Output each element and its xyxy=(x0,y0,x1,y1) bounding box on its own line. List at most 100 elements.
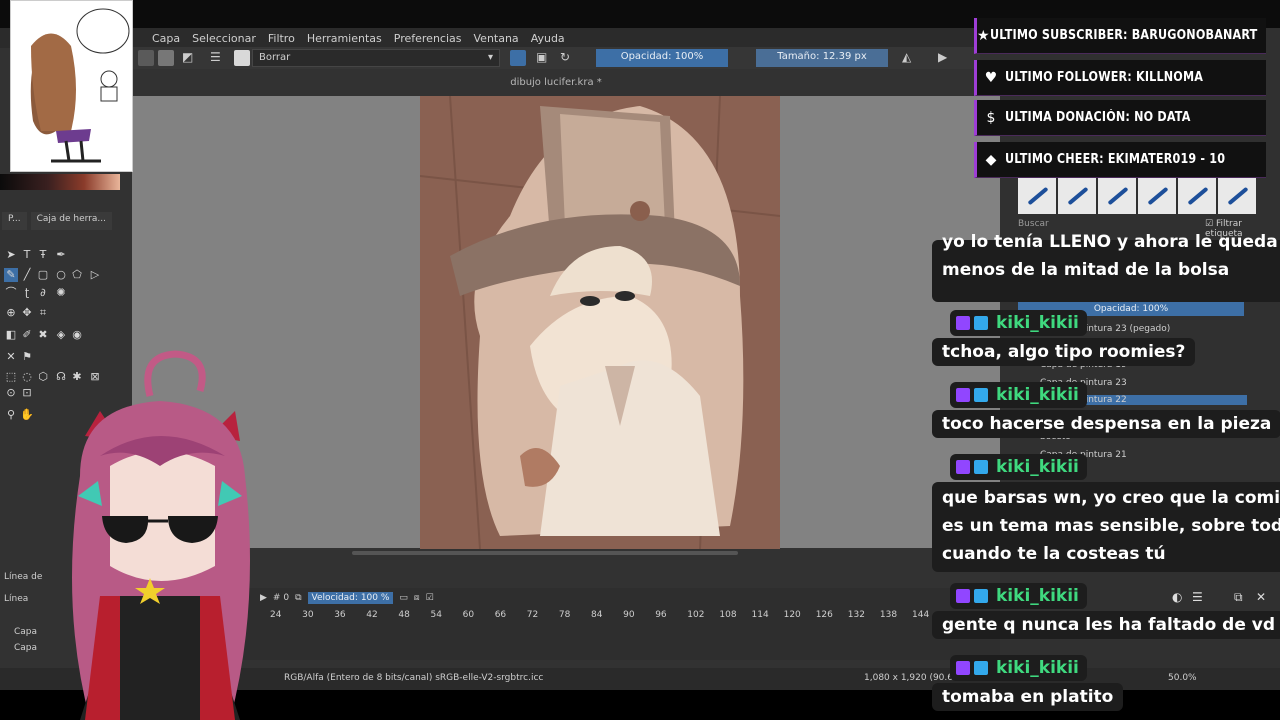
ruler-tick-label: 30 xyxy=(302,610,314,620)
prime-badge-icon xyxy=(974,316,988,330)
reload-preset-icon[interactable]: ↻ xyxy=(560,50,570,64)
chat-username: kiki_kikii xyxy=(950,382,1087,408)
edit-shapes-icon[interactable]: Ŧ xyxy=(36,248,50,262)
tab-toolbox[interactable]: Caja de herra... xyxy=(30,212,112,230)
magnetic-select-icon[interactable]: ⊡ xyxy=(20,386,34,400)
menu-filtro[interactable]: Filtro xyxy=(268,32,295,45)
reference-tool-icon[interactable]: ⚑ xyxy=(20,350,34,364)
calligraphy-icon[interactable]: ✒ xyxy=(54,248,68,262)
ruler-tick-label: 144 xyxy=(912,610,930,620)
fill-tool-icon[interactable]: ◈ xyxy=(54,328,68,342)
enclose-fill-icon[interactable]: ◉ xyxy=(70,328,84,342)
freehand-brush-icon[interactable]: ✎ xyxy=(4,268,18,282)
timeline-ruler[interactable]: 24 30 36 42 48 54 60 66 72 78 84 90 96 102 108 114 120 12… xyxy=(270,610,950,624)
brush-preset-icon[interactable] xyxy=(234,50,250,66)
ruler-tick-label: 138 xyxy=(879,610,898,620)
brush-preset-1[interactable] xyxy=(1018,178,1056,214)
text-tool-icon[interactable]: T xyxy=(20,248,34,262)
eraser-mode-icon[interactable] xyxy=(510,50,526,66)
frame-icon[interactable]: ⧈ xyxy=(414,593,420,603)
polygon-tool-icon[interactable]: ⬠ xyxy=(70,268,84,282)
menu-herramientas[interactable]: Herramientas xyxy=(307,32,382,45)
smart-patch-icon[interactable]: ✖ xyxy=(36,328,50,342)
mirror-vertical-icon[interactable]: ▶ xyxy=(938,50,947,64)
ruler-tick-label: 66 xyxy=(494,610,507,620)
canvas-horizontal-scrollbar[interactable] xyxy=(352,551,738,555)
chat-line: cuando te la costeas tú xyxy=(942,544,1166,564)
alert-subscriber: ★ ULTIMO SUBSCRIBER: BARUGONOBANART xyxy=(974,18,1266,54)
ruler-tick-label: 90 xyxy=(623,610,635,620)
ruler-tick-label: 36 xyxy=(334,610,346,620)
ellipse-tool-icon[interactable]: ○ xyxy=(54,268,68,282)
streamer-doodle xyxy=(10,0,133,172)
brush-preset-3[interactable] xyxy=(1098,178,1136,214)
preserve-alpha-icon[interactable]: ▣ xyxy=(536,50,547,64)
ruler-tick-label: 126 xyxy=(815,610,833,620)
menu-capa[interactable]: Capa xyxy=(152,32,180,45)
select-shapes-icon[interactable]: ➤ xyxy=(4,248,18,262)
twitch-badge-icon xyxy=(956,460,970,474)
ruler-tick-label: 108 xyxy=(719,610,737,620)
chat-message: que barsas wn, yo creo que la comida es … xyxy=(932,482,1280,572)
layer-label-2: Capa xyxy=(14,643,38,653)
gradient-preset-icon[interactable] xyxy=(138,50,154,66)
loop-icon[interactable]: ⧉ xyxy=(295,593,301,603)
menu-preferencias[interactable]: Preferencias xyxy=(394,32,462,45)
draw-frame-icon[interactable]: ☑ xyxy=(426,593,434,603)
bezier-select-icon[interactable]: ⊙ xyxy=(4,386,18,400)
gradient-tool-icon[interactable]: ◧ xyxy=(4,328,18,342)
color-swatches[interactable] xyxy=(0,174,120,190)
prime-badge-icon xyxy=(974,388,988,402)
onion-skin-icon[interactable]: ▭ xyxy=(399,593,408,603)
brush-name-field[interactable]: Borrar ▾ xyxy=(252,49,500,67)
crop-tool-icon[interactable]: ⌗ xyxy=(36,306,50,320)
ruler-tick-label: 72 xyxy=(526,610,539,620)
speed-slider[interactable]: Velocidad: 100 % xyxy=(307,592,394,604)
brush-preset-6[interactable] xyxy=(1218,178,1256,214)
color-picker-icon[interactable]: ✐ xyxy=(20,328,34,342)
canvas-artwork[interactable] xyxy=(420,96,780,549)
assistant-tool-icon[interactable]: ✕ xyxy=(4,350,18,364)
line-tool-icon[interactable]: ╱ xyxy=(20,268,34,282)
stream-alerts: ★ ULTIMO SUBSCRIBER: BARUGONOBANART ♥ UL… xyxy=(974,18,1266,178)
alert-text: ULTIMO CHEER: EKIMATER019 - 10 xyxy=(1005,152,1226,167)
menu-ventana[interactable]: Ventana xyxy=(474,32,519,45)
chat-message: gente q nunca les ha faltado de vd xyxy=(932,611,1280,639)
ruler-tick-label: 114 xyxy=(751,610,769,620)
timeline-label-2: Línea xyxy=(4,594,29,604)
freehand-path-icon[interactable]: ʈ xyxy=(20,286,34,300)
tab-short[interactable]: P... xyxy=(2,212,27,230)
brush-preset-2[interactable] xyxy=(1058,178,1096,214)
pattern-preset-icon[interactable] xyxy=(158,50,174,66)
move-tool-icon[interactable]: ✥ xyxy=(20,306,34,320)
polyline-tool-icon[interactable]: ▷ xyxy=(88,268,102,282)
swap-colors-icon[interactable]: ◩ xyxy=(182,50,193,64)
opacity-slider[interactable]: Opacidad: 100% xyxy=(596,49,728,67)
brush-preset-5[interactable] xyxy=(1178,178,1216,214)
size-slider[interactable]: Tamaño: 12.39 px xyxy=(756,49,888,67)
menu-seleccionar[interactable]: Seleccionar xyxy=(192,32,256,45)
mirror-horizontal-icon[interactable]: ◭ xyxy=(902,50,911,64)
multibrush-icon[interactable]: ✺ xyxy=(54,286,68,300)
heart-icon: ♥ xyxy=(984,69,998,86)
layer-label-1: Capa xyxy=(14,627,38,637)
menu-ayuda[interactable]: Ayuda xyxy=(531,32,565,45)
document-tab[interactable]: dibujo lucifer.kra * xyxy=(132,70,980,96)
timeline-label-1: Línea de xyxy=(4,572,43,582)
twitch-badge-icon xyxy=(956,316,970,330)
pan-tool-icon[interactable]: ✋ xyxy=(20,408,34,422)
dynamic-brush-icon[interactable]: ∂ xyxy=(36,286,50,300)
brush-preset-4[interactable] xyxy=(1138,178,1176,214)
bezier-tool-icon[interactable]: ⌒ xyxy=(4,286,18,300)
chat-message: yo lo tenía LLENO y ahora le queda menos… xyxy=(932,232,1280,302)
prime-badge-icon xyxy=(974,460,988,474)
ruler-tick-label: 120 xyxy=(783,610,801,620)
ellipse-select-icon[interactable]: ◌ xyxy=(20,370,34,384)
ruler-tick-label: 132 xyxy=(847,610,865,620)
transform-tool-icon[interactable]: ⊕ xyxy=(4,306,18,320)
star-icon: ★ xyxy=(977,27,990,44)
rect-select-icon[interactable]: ⬚ xyxy=(4,370,18,384)
rectangle-tool-icon[interactable]: ▢ xyxy=(36,268,50,282)
zoom-tool-icon[interactable]: ⚲ xyxy=(4,408,18,422)
brush-settings-icon[interactable]: ☰ xyxy=(210,50,221,64)
